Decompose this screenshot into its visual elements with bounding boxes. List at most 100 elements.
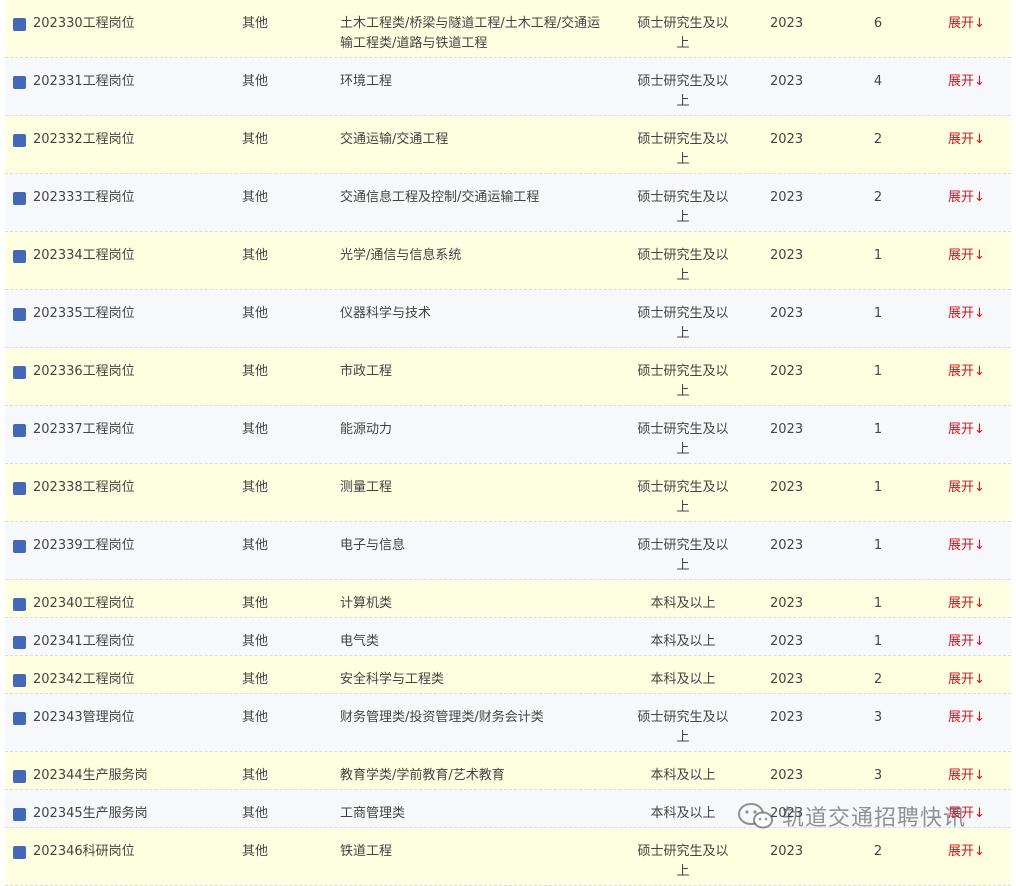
row-marker-icon (13, 539, 26, 553)
recruit-year: 2023 (770, 74, 804, 89)
education-level: 硕士研究生及以上 (637, 16, 729, 51)
expand-link[interactable]: 展开↓ (948, 670, 985, 690)
major-requirement: 交通信息工程及控制/交通运输工程 (340, 190, 540, 205)
major-requirement: 安全科学与工程类 (340, 672, 445, 687)
position-name-text: 202335工程岗位 (33, 306, 135, 321)
education-level: 硕士研究生及以上 (637, 190, 729, 225)
position-name-text: 202333工程岗位 (33, 190, 135, 205)
expand-link[interactable]: 展开↓ (948, 72, 985, 92)
position-type: 其他 (242, 306, 269, 321)
expand-link[interactable]: 展开↓ (948, 478, 985, 498)
expand-link[interactable]: 展开↓ (948, 420, 985, 440)
table-row: 202344生产服务岗 其他 教育学类/学前教育/艺术教育 本科及以上 2023 3 展开↓ (5, 752, 1011, 790)
recruit-year: 2023 (770, 364, 804, 379)
table-row: 202334工程岗位 其他 光学/通信与信息系统 硕士研究生及以上 2023 1 展开↓ (5, 232, 1011, 290)
table-row: 202330工程岗位 其他 土木工程类/桥梁与隧道工程/土木工程/交通运输工程类/道… (5, 0, 1011, 58)
expand-link[interactable]: 展开↓ (948, 14, 985, 34)
major-requirement: 工商管理类 (340, 806, 406, 821)
headcount: 3 (873, 768, 883, 783)
row-marker-icon (13, 597, 26, 611)
major-requirement: 电气类 (340, 634, 380, 649)
position-name: 202342工程岗位 (13, 670, 135, 690)
headcount: 2 (873, 844, 883, 859)
position-name-text: 202337工程岗位 (33, 422, 135, 437)
table-row: 202346科研岗位 其他 铁道工程 硕士研究生及以上 2023 2 展开↓ (5, 828, 1011, 886)
position-type: 其他 (242, 132, 269, 147)
expand-link[interactable]: 展开↓ (948, 766, 985, 786)
position-name-text: 202332工程岗位 (33, 132, 135, 147)
expand-link[interactable]: 展开↓ (948, 246, 985, 266)
table-row: 202335工程岗位 其他 仪器科学与技术 硕士研究生及以上 2023 1 展开↓ (5, 290, 1011, 348)
position-name: 202330工程岗位 (13, 14, 135, 34)
expand-link[interactable]: 展开↓ (948, 632, 985, 652)
row-marker-icon (13, 481, 26, 495)
education-level: 硕士研究生及以上 (637, 74, 729, 109)
education-level: 硕士研究生及以上 (637, 538, 729, 573)
row-marker-icon (13, 711, 26, 725)
position-name: 202335工程岗位 (13, 304, 135, 324)
major-requirement: 光学/通信与信息系统 (340, 248, 462, 263)
expand-link[interactable]: 展开↓ (948, 536, 985, 556)
position-name-text: 202340工程岗位 (33, 596, 135, 611)
position-name: 202336工程岗位 (13, 362, 135, 382)
row-marker-icon (13, 635, 26, 649)
headcount: 1 (873, 422, 883, 437)
headcount: 4 (873, 74, 883, 89)
row-marker-icon (13, 191, 26, 205)
expand-link[interactable]: 展开↓ (948, 708, 985, 728)
position-name-text: 202342工程岗位 (33, 672, 135, 687)
major-requirement: 财务管理类/投资管理类/财务会计类 (340, 710, 544, 725)
headcount: 2 (873, 190, 883, 205)
education-level: 硕士研究生及以上 (637, 132, 729, 167)
recruit-year: 2023 (770, 422, 804, 437)
expand-link[interactable]: 展开↓ (948, 842, 985, 862)
headcount: 1 (873, 248, 883, 263)
position-name-text: 202339工程岗位 (33, 538, 135, 553)
position-name: 202337工程岗位 (13, 420, 135, 440)
expand-link[interactable]: 展开↓ (948, 362, 985, 382)
position-name-text: 202343管理岗位 (33, 710, 135, 725)
table-row: 202337工程岗位 其他 能源动力 硕士研究生及以上 2023 1 展开↓ (5, 406, 1011, 464)
expand-link[interactable]: 展开↓ (948, 304, 985, 324)
expand-link[interactable]: 展开↓ (948, 188, 985, 208)
recruit-year: 2023 (770, 538, 804, 553)
headcount: 1 (873, 364, 883, 379)
position-name-text: 202344生产服务岗 (33, 768, 148, 783)
position-type: 其他 (242, 190, 269, 205)
row-marker-icon (13, 807, 26, 821)
education-level: 本科及以上 (650, 768, 716, 783)
major-requirement: 测量工程 (340, 480, 393, 495)
position-name: 202339工程岗位 (13, 536, 135, 556)
position-name: 202334工程岗位 (13, 246, 135, 266)
row-marker-icon (13, 673, 26, 687)
education-level: 硕士研究生及以上 (637, 364, 729, 399)
major-requirement: 市政工程 (340, 364, 393, 379)
education-level: 硕士研究生及以上 (637, 422, 729, 457)
headcount: 2 (873, 672, 883, 687)
table-row: 202342工程岗位 其他 安全科学与工程类 本科及以上 2023 2 展开↓ (5, 656, 1011, 694)
expand-link[interactable]: 展开↓ (948, 130, 985, 150)
headcount: 1 (873, 480, 883, 495)
row-marker-icon (13, 423, 26, 437)
table-row: 202331工程岗位 其他 环境工程 硕士研究生及以上 2023 4 展开↓ (5, 58, 1011, 116)
headcount: 1 (873, 634, 883, 649)
position-name: 202338工程岗位 (13, 478, 135, 498)
major-requirement: 铁道工程 (340, 844, 393, 859)
position-name: 202343管理岗位 (13, 708, 135, 728)
major-requirement: 电子与信息 (340, 538, 406, 553)
recruit-year: 2023 (770, 634, 804, 649)
recruit-year: 2023 (770, 132, 804, 147)
expand-link[interactable]: 展开↓ (948, 594, 985, 614)
education-level: 硕士研究生及以上 (637, 480, 729, 515)
expand-link[interactable]: 展开↓ (948, 804, 985, 824)
position-name: 202333工程岗位 (13, 188, 135, 208)
table-row: 202338工程岗位 其他 测量工程 硕士研究生及以上 2023 1 展开↓ (5, 464, 1011, 522)
position-type: 其他 (242, 768, 269, 783)
row-marker-icon (13, 365, 26, 379)
major-requirement: 能源动力 (340, 422, 393, 437)
headcount: 1 (873, 538, 883, 553)
position-type: 其他 (242, 248, 269, 263)
position-name-text: 202341工程岗位 (33, 634, 135, 649)
major-requirement: 教育学类/学前教育/艺术教育 (340, 768, 505, 783)
position-name-text: 202336工程岗位 (33, 364, 135, 379)
